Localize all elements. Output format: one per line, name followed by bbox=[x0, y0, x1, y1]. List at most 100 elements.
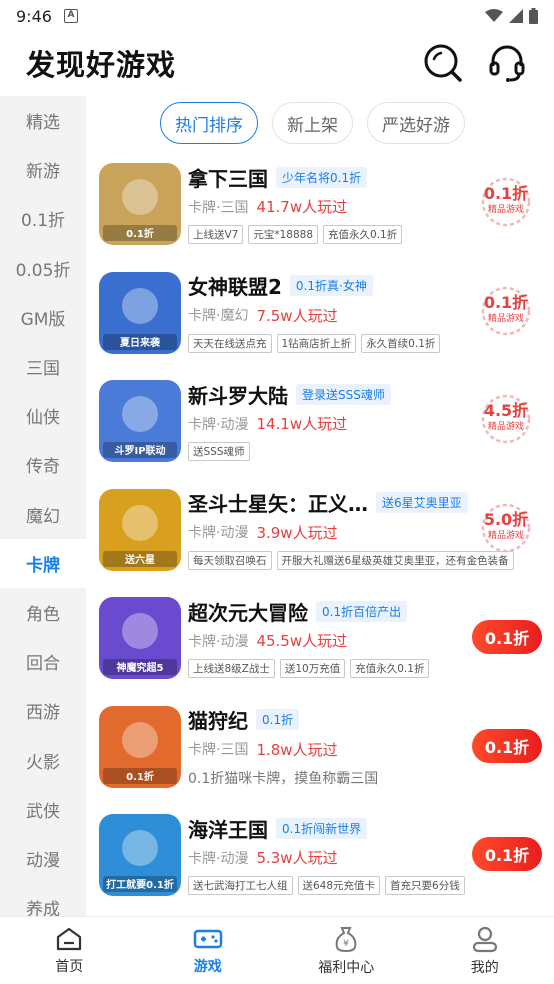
sidebar-item-8[interactable]: 魔幻 bbox=[0, 490, 86, 539]
nav-welfare[interactable]: ¥ 福利中心 bbox=[277, 917, 416, 984]
game-info: 新斗罗大陆 登录送SSS魂师 卡牌·动漫 14.1w人玩过 送SSS魂师 bbox=[188, 379, 468, 461]
perk-tag: 1钻商店折上折 bbox=[276, 333, 357, 353]
tab-hot[interactable]: 热门排序 bbox=[160, 102, 258, 144]
nav-home[interactable]: 首页 bbox=[0, 917, 139, 984]
game-icon[interactable]: 0.1折 bbox=[99, 705, 181, 788]
perk-tag: 上线送8级Z战士 bbox=[188, 659, 275, 678]
discount-button[interactable]: 0.1折 bbox=[472, 837, 542, 871]
game-tag: 送6星艾奥里亚 bbox=[376, 492, 468, 513]
meta-row: 卡牌·魔幻 7.5w人玩过 bbox=[188, 305, 468, 326]
icon-caption: 打工就要0.1折 bbox=[106, 878, 174, 891]
game-genre: 卡牌·三国 bbox=[188, 199, 249, 216]
game-row[interactable]: 斗罗IP联动 新斗罗大陆 登录送SSS魂师 卡牌·动漫 14.1w人玩过 送SS… bbox=[96, 375, 548, 484]
game-row[interactable]: 0.1折 拿下三国 少年名将0.1折 卡牌·三国 41.7w人玩过 上线送V7 元… bbox=[96, 158, 548, 267]
discount-button[interactable]: 0.1折 bbox=[472, 620, 542, 654]
user-icon bbox=[472, 926, 497, 952]
sidebar-item-3[interactable]: 0.05折 bbox=[0, 244, 86, 293]
perk-tag: 元宝*18888 bbox=[248, 225, 319, 244]
game-desc: 0.1折猫咪卡牌，摸鱼称霸三国 bbox=[188, 770, 379, 787]
meta-row: 卡牌·动漫 45.5w人玩过 bbox=[188, 630, 468, 651]
game-info: 圣斗士星矢：正义传说 送6星艾奥里亚 卡牌·动漫 3.9w人玩过 每天领取召唤石… bbox=[188, 488, 514, 570]
game-name: 新斗罗大陆 bbox=[188, 383, 288, 408]
sidebar-item-5[interactable]: 三国 bbox=[0, 342, 86, 391]
sidebar-item-1[interactable]: 新游 bbox=[0, 145, 86, 194]
svg-text:¥: ¥ bbox=[343, 939, 349, 949]
game-icon[interactable]: 打工就要0.1折 bbox=[99, 814, 181, 896]
sidebar-item-7[interactable]: 传奇 bbox=[0, 440, 86, 489]
player-count: 3.9w人玩过 bbox=[256, 523, 338, 542]
game-row[interactable]: 送六星 圣斗士星矢：正义传说 送6星艾奥里亚 卡牌·动漫 3.9w人玩过 每天领… bbox=[96, 484, 548, 593]
name-row: 超次元大冒险 0.1折百倍产出 bbox=[188, 596, 468, 626]
discount-seal: 0.1折 精品游戏 bbox=[470, 285, 542, 337]
game-tag: 0.1折真·女神 bbox=[289, 275, 373, 296]
discount-value: 5.0折 bbox=[483, 509, 529, 529]
game-info: 女神联盟2 0.1折真·女神 卡牌·魔幻 7.5w人玩过 天天在线送点充 1钻商店… bbox=[188, 271, 468, 353]
discount-sub: 精品游戏 bbox=[487, 530, 524, 541]
sidebar-item-11[interactable]: 回合 bbox=[0, 637, 86, 686]
perk-list: 送七武海打工七人组 送648元充值卡 首充只要6分钱 bbox=[188, 876, 548, 895]
discount-sub: 精品游戏 bbox=[487, 422, 524, 432]
perk-tag: 充值永久0.1折 bbox=[350, 659, 430, 678]
icon-caption: 送六星 bbox=[124, 553, 155, 566]
sidebar-item-15[interactable]: 动漫 bbox=[0, 834, 86, 883]
game-row[interactable]: 0.1折 猫狩纪 0.1折 卡牌·三国 1.8w人玩过 0.1折猫咪卡牌，摸鱼称… bbox=[96, 701, 548, 810]
search-icon[interactable] bbox=[422, 42, 464, 84]
sidebar-item-14[interactable]: 武侠 bbox=[0, 785, 86, 834]
headset-icon[interactable] bbox=[486, 42, 528, 84]
home-icon bbox=[57, 927, 82, 950]
game-info: 海洋王国 0.1折闯新世界 卡牌·动漫 5.3w人玩过 送七武海打工七人组 送64… bbox=[188, 813, 468, 895]
tab-new[interactable]: 新上架 bbox=[272, 102, 353, 144]
sidebar-item-13[interactable]: 火影 bbox=[0, 735, 86, 784]
discount-seal: 0.1折 精品游戏 bbox=[470, 176, 542, 228]
game-icon[interactable]: 神魔究超5 bbox=[99, 597, 181, 679]
discount-value: 4.5折 bbox=[483, 401, 529, 420]
sidebar-item-10[interactable]: 角色 bbox=[0, 588, 86, 637]
name-row: 拿下三国 少年名将0.1折 bbox=[188, 162, 468, 192]
nav-home-label: 首页 bbox=[55, 958, 84, 975]
game-row[interactable]: 夏日来袭 女神联盟2 0.1折真·女神 卡牌·魔幻 7.5w人玩过 天天在线送点… bbox=[96, 267, 548, 376]
game-icon[interactable]: 0.1折 bbox=[99, 163, 181, 245]
battery-icon bbox=[529, 8, 538, 24]
discount-seal: 4.5折 精品游戏 bbox=[470, 393, 542, 445]
perk-tag: 永久首续0.1折 bbox=[361, 333, 441, 353]
nav-games[interactable]: 游戏 bbox=[139, 917, 278, 984]
game-row[interactable]: 打工就要0.1折 海洋王国 0.1折闯新世界 卡牌·动漫 5.3w人玩过 送七武… bbox=[96, 809, 548, 918]
meta-row: 卡牌·三国 1.8w人玩过 bbox=[188, 739, 468, 760]
sidebar-item-16[interactable]: 养成 bbox=[0, 883, 86, 916]
sidebar-item-6[interactable]: 仙侠 bbox=[0, 391, 86, 440]
meta-row: 卡牌·动漫 14.1w人玩过 bbox=[188, 413, 468, 434]
sidebar-item-12[interactable]: 西游 bbox=[0, 686, 86, 735]
game-info: 猫狩纪 0.1折 卡牌·三国 1.8w人玩过 0.1折猫咪卡牌，摸鱼称霸三国 bbox=[188, 705, 468, 788]
perk-tag: 送SSS魂师 bbox=[188, 442, 250, 461]
game-tag: 0.1折 bbox=[256, 709, 300, 730]
game-tag: 0.1折闯新世界 bbox=[276, 817, 368, 839]
game-info: 拿下三国 少年名将0.1折 卡牌·三国 41.7w人玩过 上线送V7 元宝*188… bbox=[188, 162, 468, 244]
sidebar-item-4[interactable]: GM版 bbox=[0, 293, 86, 342]
game-genre: 卡牌·魔幻 bbox=[188, 308, 249, 324]
status-time: 9:46 bbox=[16, 6, 52, 26]
nav-mine[interactable]: 我的 bbox=[416, 917, 554, 984]
game-name: 猫狩纪 bbox=[188, 709, 248, 733]
game-icon[interactable]: 夏日来袭 bbox=[99, 271, 181, 354]
discount-button[interactable]: 0.1折 bbox=[472, 728, 542, 763]
perk-tag: 首充只要6分钱 bbox=[385, 876, 465, 895]
player-count: 1.8w人玩过 bbox=[256, 740, 338, 759]
status-indicators bbox=[485, 8, 538, 24]
tab-curated[interactable]: 严选好游 bbox=[367, 102, 465, 144]
game-genre: 卡牌·动漫 bbox=[188, 525, 249, 541]
game-icon[interactable]: 斗罗IP联动 bbox=[99, 380, 181, 462]
perk-tag: 充值永久0.1折 bbox=[323, 225, 403, 244]
sidebar-item-0[interactable]: 精选 bbox=[0, 96, 86, 145]
signal-icon bbox=[509, 9, 523, 23]
sidebar-item-9[interactable]: 卡牌 bbox=[0, 538, 86, 588]
icon-caption: 神魔究超5 bbox=[117, 661, 164, 674]
meta-row: 卡牌·三国 41.7w人玩过 bbox=[188, 196, 468, 217]
sidebar-item-2[interactable]: 0.1折 bbox=[0, 194, 86, 243]
page-title: 发现好游戏 bbox=[26, 48, 177, 82]
game-icon[interactable]: 送六星 bbox=[99, 488, 181, 571]
gamepad-icon bbox=[193, 929, 222, 948]
nav-welfare-label: 福利中心 bbox=[318, 959, 375, 976]
game-row[interactable]: 神魔究超5 超次元大冒险 0.1折百倍产出 卡牌·动漫 45.5w人玩过 上线送… bbox=[96, 592, 548, 701]
icon-caption: 0.1折 bbox=[126, 770, 154, 783]
player-count: 5.3w人玩过 bbox=[256, 849, 338, 867]
